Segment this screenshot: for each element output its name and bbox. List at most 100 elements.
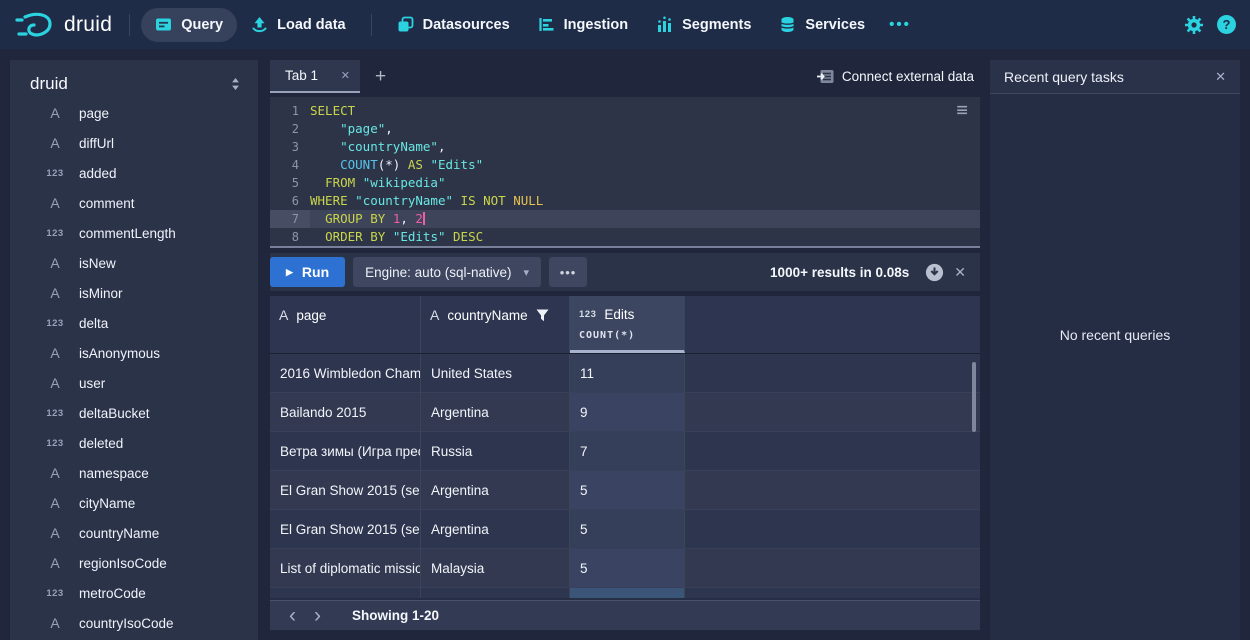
sidebar-column-countryName[interactable]: AcountryName (10, 518, 258, 548)
nav-item-query[interactable]: Query (141, 8, 237, 42)
number-type-icon: 123 (42, 438, 68, 449)
code-line: 2 "page", (270, 120, 980, 138)
sidebar-column-isNew[interactable]: AisNew (10, 248, 258, 278)
nav-item-datasources[interactable]: Datasources (383, 8, 524, 42)
nav-divider (371, 14, 372, 36)
sidebar-column-added[interactable]: 123added (10, 158, 258, 188)
line-number: 4 (270, 156, 310, 174)
cell-edits[interactable]: 5 (570, 471, 685, 509)
sidebar-header: druid (10, 60, 258, 98)
sort-columns-icon[interactable] (229, 77, 242, 91)
number-type-icon: 123 (42, 408, 68, 419)
next-page-button[interactable]: › (305, 605, 330, 626)
query-more-button[interactable]: ••• (549, 257, 587, 287)
services-icon (779, 16, 796, 33)
sidebar-column-isAnonymous[interactable]: AisAnonymous (10, 338, 258, 368)
cell-edits[interactable]: 5 (570, 510, 685, 548)
engine-select[interactable]: Engine: auto (sql-native) ▾ (353, 257, 541, 287)
brand-name: druid (64, 13, 112, 37)
help-icon[interactable]: ? (1217, 15, 1236, 34)
cell-edits[interactable]: 5 (570, 549, 685, 587)
column-header-edits[interactable]: 123Edits COUNT(*) (570, 296, 685, 353)
nav-item-label: Query (181, 17, 223, 33)
cell-countryName[interactable]: Argentina (421, 393, 570, 431)
sidebar-column-countryIsoCode[interactable]: AcountryIsoCode (10, 608, 258, 638)
number-type-icon: 123 (42, 228, 68, 239)
number-type-icon: 123 (42, 168, 68, 179)
line-number: 3 (270, 138, 310, 156)
gear-icon[interactable] (1184, 15, 1204, 35)
nav-right: ? (1184, 15, 1236, 35)
sidebar-column-cityName[interactable]: AcityName (10, 488, 258, 518)
nav-more-button[interactable]: ••• (879, 16, 921, 33)
cell-edits[interactable]: 9 (570, 393, 685, 431)
cell-countryName[interactable]: Malaysia (421, 549, 570, 587)
nav-item-ingestion[interactable]: Ingestion (524, 8, 642, 42)
run-button[interactable]: ▶ Run (270, 257, 345, 287)
column-header-label: countryName (447, 308, 527, 323)
nav-item-label: Ingestion (564, 17, 628, 33)
close-icon[interactable]: ✕ (1215, 69, 1226, 85)
table-row: El Gran Show 2015 (seas Argentina 5 (270, 510, 980, 549)
cell-edits[interactable]: 11 (570, 354, 685, 392)
tab-tab1[interactable]: Tab 1 ✕ (270, 60, 360, 93)
no-recent-queries-text: No recent queries (990, 327, 1240, 343)
sidebar-column-deltaBucket[interactable]: 123deltaBucket (10, 398, 258, 428)
cell-page[interactable]: Ветра зимы (Игра прес (270, 432, 421, 470)
connect-external-data-button[interactable]: Connect external data (817, 69, 980, 84)
segments-icon (656, 16, 673, 33)
sidebar-column-isMinor[interactable]: AisMinor (10, 278, 258, 308)
cell-page[interactable]: List of diplomatic missio (270, 549, 421, 587)
sidebar-column-commentLength[interactable]: 123 commentLength (10, 218, 258, 248)
cell-edits[interactable]: 7 (570, 432, 685, 470)
number-type-icon: 123 (579, 309, 596, 320)
close-results-icon[interactable]: ✕ (952, 264, 968, 281)
cell-countryName[interactable]: United States (421, 354, 570, 392)
column-label: commentLength (79, 226, 176, 241)
sidebar-column-user[interactable]: Auser (10, 368, 258, 398)
string-type-icon: A (42, 135, 68, 151)
sidebar-column-regionIsoCode[interactable]: AregionIsoCode (10, 548, 258, 578)
column-label: delta (79, 316, 108, 331)
sidebar-column-metroCode[interactable]: 123metroCode (10, 578, 258, 608)
download-results-icon[interactable] (925, 263, 944, 282)
results-table-header: Apage AcountryName 123Edits COUNT(*) (270, 296, 980, 354)
cell-countryName[interactable]: Argentina (421, 510, 570, 548)
string-type-icon: A (42, 615, 68, 631)
sidebar-column-delta[interactable]: 123delta (10, 308, 258, 338)
column-header-page[interactable]: Apage (270, 296, 421, 353)
sql-editor[interactable]: 1 SELECT 2 "page", 3 "countryName", 4 CO… (270, 97, 980, 248)
cell-page[interactable]: 2016 Wimbledon Champi (270, 354, 421, 392)
cell-page[interactable]: El Gran Show 2015 (seas (270, 510, 421, 548)
string-type-icon: A (42, 495, 68, 511)
previous-page-button[interactable]: ‹ (280, 605, 305, 626)
column-label: namespace (79, 466, 149, 481)
nav-item-label: Load data (277, 17, 345, 33)
tasks-panel-header: Recent query tasks ✕ (990, 60, 1240, 94)
nav-item-load-data[interactable]: Load data (237, 8, 359, 42)
cell-page[interactable]: Bailando 2015 (270, 393, 421, 431)
cell-countryName[interactable]: Russia (421, 432, 570, 470)
druid-logo[interactable]: druid (14, 9, 112, 41)
top-nav: druid Query Load data Datasources (0, 0, 1250, 49)
number-type-icon: 123 (42, 588, 68, 599)
sidebar-column-comment[interactable]: Acomment (10, 188, 258, 218)
table-vertical-scrollbar[interactable] (972, 362, 976, 432)
sidebar-column-diffUrl[interactable]: AdiffUrl (10, 128, 258, 158)
sidebar-column-page[interactable]: Apage (10, 98, 258, 128)
cell-page[interactable]: El Gran Show 2015 (seas (270, 471, 421, 509)
nav-item-segments[interactable]: Segments (642, 8, 765, 42)
sidebar-column-deleted[interactable]: 123deleted (10, 428, 258, 458)
string-type-icon: A (42, 555, 68, 571)
editor-menu-icon[interactable]: ≡ (957, 101, 968, 120)
line-number: 7 (270, 210, 310, 228)
cell-countryName[interactable]: Argentina (421, 471, 570, 509)
string-type-icon: A (42, 375, 68, 391)
column-header-countryName[interactable]: AcountryName (421, 296, 570, 353)
tab-close-icon[interactable]: ✕ (341, 69, 350, 82)
nav-item-label: Segments (682, 17, 751, 33)
string-type-icon: A (42, 105, 68, 121)
sidebar-column-namespace[interactable]: Anamespace (10, 458, 258, 488)
add-tab-button[interactable]: + (375, 66, 386, 88)
nav-item-services[interactable]: Services (765, 8, 879, 42)
